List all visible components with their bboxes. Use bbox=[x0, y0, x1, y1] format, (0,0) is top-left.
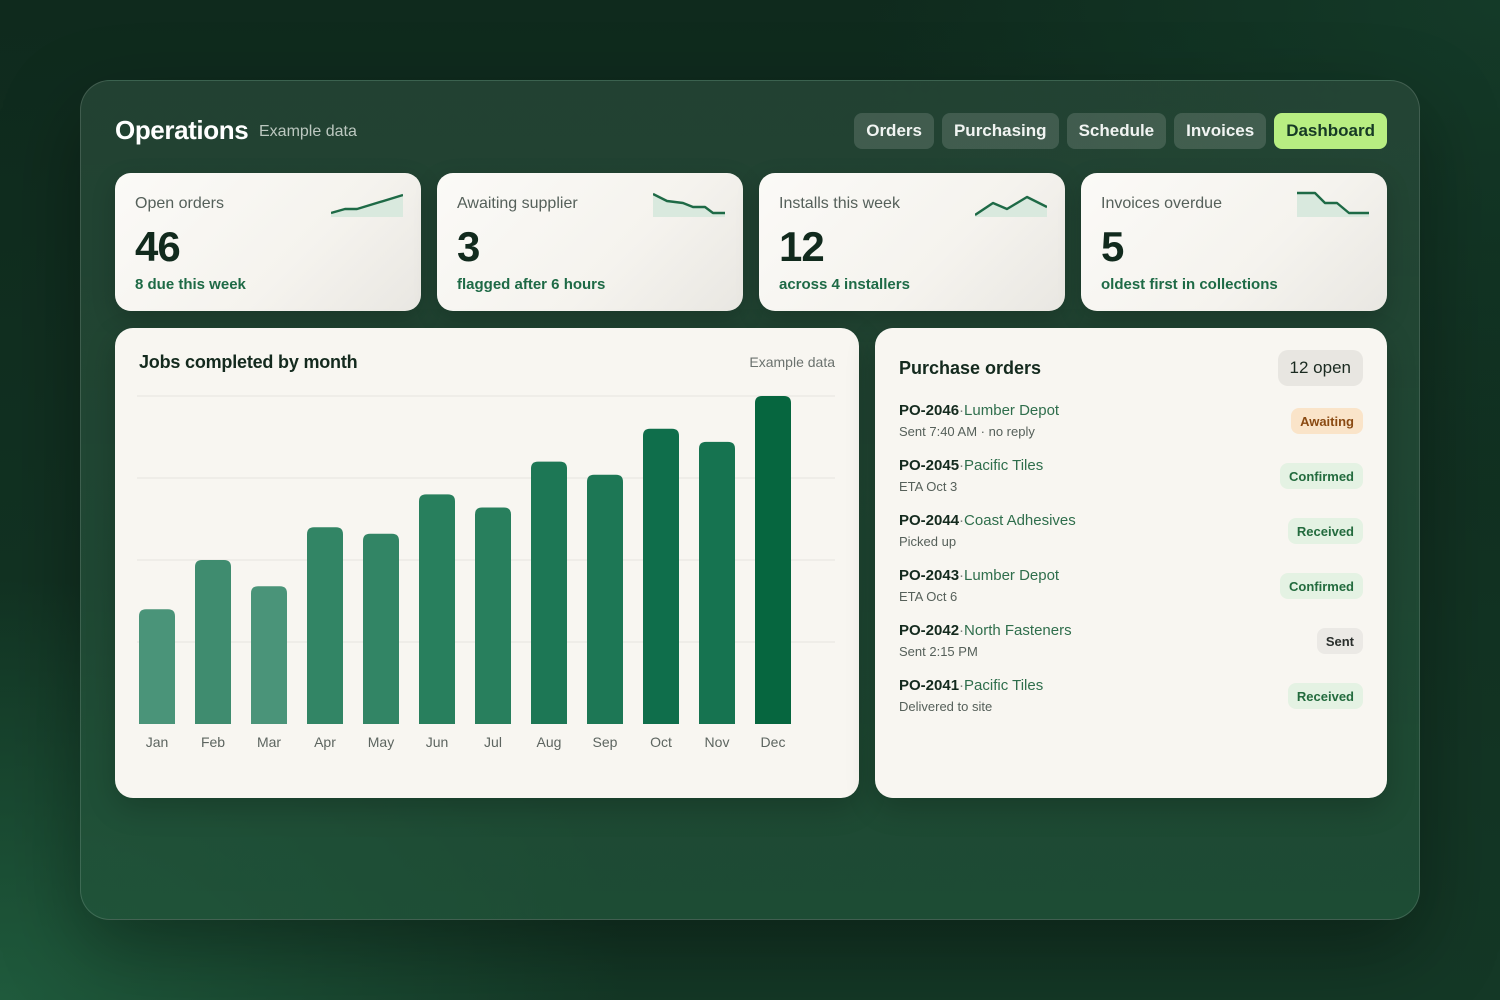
po-title: Purchase orders bbox=[899, 358, 1042, 378]
bar-jan[interactable] bbox=[139, 609, 175, 724]
stat-card-installs[interactable]: Installs this week 12 across 4 installer… bbox=[759, 173, 1065, 311]
trend-up-sparkline-icon bbox=[331, 193, 403, 217]
status-badge: Awaiting bbox=[1291, 408, 1363, 434]
x-tick-label: Jan bbox=[146, 734, 169, 750]
po-supplier: Lumber Depot bbox=[964, 567, 1060, 584]
po-detail: Sent 2:15 PM bbox=[899, 644, 978, 659]
stat-note: flagged after 6 hours bbox=[457, 276, 606, 293]
stat-label: Open orders bbox=[135, 195, 224, 212]
status-badge: Received bbox=[1287, 518, 1363, 544]
x-tick-label: Aug bbox=[537, 734, 562, 750]
po-line: PO-2046·Lumber Depot bbox=[899, 402, 1059, 419]
chart-title: Jobs completed by month bbox=[139, 352, 358, 372]
purchase-orders-card: Purchase orders 12 open PO-2046·Lumber D… bbox=[875, 328, 1387, 798]
po-detail: Delivered to site bbox=[899, 699, 993, 714]
status-badge: Received bbox=[1287, 683, 1363, 709]
po-line: PO-2045·Pacific Tiles bbox=[899, 457, 1043, 474]
list-item[interactable]: PO-2041·Pacific Tiles Delivered to site Re… bbox=[899, 675, 1363, 730]
stat-label: Awaiting supplier bbox=[457, 195, 578, 212]
bar-nov[interactable] bbox=[699, 441, 735, 724]
po-detail: ETA Oct 3 bbox=[899, 479, 958, 494]
x-tick-label: Dec bbox=[761, 734, 786, 750]
x-tick-label: May bbox=[368, 734, 394, 750]
trend-down-sparkline-icon bbox=[653, 192, 725, 217]
po-supplier: Pacific Tiles bbox=[964, 457, 1044, 474]
trend-down-sparkline-icon bbox=[1297, 191, 1369, 217]
trend-wave-sparkline-icon bbox=[975, 195, 1047, 217]
stat-label: Installs this week bbox=[779, 195, 900, 212]
bar-mar[interactable] bbox=[251, 586, 287, 724]
stat-value: 12 bbox=[779, 223, 825, 270]
stat-value: 5 bbox=[1101, 223, 1124, 270]
po-detail: Sent 7:40 AM · no reply bbox=[899, 424, 1035, 439]
po-id: PO-2045 bbox=[899, 457, 960, 474]
stat-note: across 4 installers bbox=[779, 276, 910, 293]
app-window: Operations Example data Orders Purchasin… bbox=[80, 80, 1420, 920]
bar-jun[interactable] bbox=[419, 494, 455, 724]
x-tick-label: Feb bbox=[201, 734, 225, 750]
po-id: PO-2043 bbox=[899, 567, 960, 584]
po-id: PO-2044 bbox=[899, 512, 960, 529]
list-item[interactable]: PO-2042·North Fasteners Sent 2:15 PM Sent bbox=[899, 620, 1363, 675]
po-supplier: Pacific Tiles bbox=[964, 677, 1044, 694]
po-id: PO-2042 bbox=[899, 622, 960, 639]
stat-card-open-orders[interactable]: Open orders 46 8 due this week bbox=[115, 173, 421, 311]
stat-card-awaiting-supplier[interactable]: Awaiting supplier 3 flagged after 6 hour… bbox=[437, 173, 743, 311]
po-line: PO-2044·Coast Adhesives bbox=[899, 512, 1076, 529]
po-detail: ETA Oct 6 bbox=[899, 589, 958, 604]
x-tick-label: Jun bbox=[426, 734, 449, 750]
x-tick-label: Oct bbox=[650, 734, 672, 750]
stat-value: 3 bbox=[457, 223, 480, 270]
tab-invoices[interactable]: Invoices bbox=[1174, 113, 1267, 149]
list-item[interactable]: PO-2043·Lumber Depot ETA Oct 6 Confirmed bbox=[899, 565, 1363, 620]
list-item[interactable]: PO-2044·Coast Adhesives Picked up Received bbox=[899, 510, 1363, 565]
stat-label: Invoices overdue bbox=[1101, 195, 1222, 212]
bar-feb[interactable] bbox=[195, 560, 231, 724]
jobs-chart-card: Jan Feb Mar Apr May Jun Jul Aug Sep Oct Nov Dec Job… bbox=[115, 328, 859, 798]
po-count-badge: 12 open bbox=[1277, 350, 1363, 386]
po-detail: Picked up bbox=[899, 534, 957, 549]
po-line: PO-2042·North Fasteners bbox=[899, 622, 1072, 639]
po-id: PO-2046 bbox=[899, 402, 960, 419]
list-item[interactable]: PO-2046·Lumber Depot Sent 7:40 AM · no re… bbox=[899, 400, 1363, 455]
po-line: PO-2043·Lumber Depot bbox=[899, 567, 1059, 584]
bar-jul[interactable] bbox=[475, 507, 511, 724]
tab-schedule[interactable]: Schedule bbox=[1066, 113, 1167, 149]
bar-apr[interactable] bbox=[307, 527, 343, 724]
page-subtitle: Example data bbox=[259, 123, 357, 140]
po-supplier: North Fasteners bbox=[964, 622, 1072, 639]
stat-note: 8 due this week bbox=[135, 276, 246, 293]
bar-oct[interactable] bbox=[643, 428, 679, 724]
po-id: PO-2041 bbox=[899, 677, 960, 694]
tab-orders[interactable]: Orders bbox=[854, 113, 934, 149]
po-line: PO-2041·Pacific Tiles bbox=[899, 677, 1043, 694]
tab-dashboard[interactable]: Dashboard bbox=[1274, 113, 1387, 149]
bar-dec[interactable] bbox=[755, 396, 791, 724]
po-list: PO-2046·Lumber Depot Sent 7:40 AM · no re… bbox=[899, 400, 1363, 730]
nav-tabs: Orders Purchasing Schedule Invoices Dash… bbox=[854, 113, 1387, 149]
x-tick-label: Jul bbox=[484, 734, 502, 750]
x-tick-label: Mar bbox=[257, 734, 281, 750]
bar-chart: Jan Feb Mar Apr May Jun Jul Aug Sep Oct Nov Dec bbox=[137, 395, 835, 750]
x-tick-label: Sep bbox=[593, 734, 618, 750]
stat-cards: Open orders 46 8 due this week Awaiting … bbox=[115, 173, 1387, 311]
status-badge: Confirmed bbox=[1280, 573, 1363, 599]
status-badge: Confirmed bbox=[1280, 463, 1363, 489]
tab-purchasing[interactable]: Purchasing bbox=[941, 113, 1059, 149]
stat-note: oldest first in collections bbox=[1101, 276, 1278, 293]
stat-card-invoices-overdue[interactable]: Invoices overdue 5 oldest first in colle… bbox=[1081, 173, 1387, 311]
stat-value: 46 bbox=[135, 223, 181, 270]
list-item[interactable]: PO-2045·Pacific Tiles ETA Oct 3 Confirmed bbox=[899, 455, 1363, 510]
po-supplier: Lumber Depot bbox=[964, 402, 1060, 419]
bar-aug[interactable] bbox=[531, 461, 567, 724]
bar-may[interactable] bbox=[363, 533, 399, 724]
header: Operations Example data Orders Purchasin… bbox=[115, 113, 1387, 149]
x-tick-label: Apr bbox=[314, 734, 336, 750]
x-tick-label: Nov bbox=[705, 734, 730, 750]
chart-tag: Example data bbox=[749, 354, 835, 370]
status-badge: Sent bbox=[1316, 628, 1363, 654]
page-title: Operations bbox=[115, 115, 249, 145]
po-supplier: Coast Adhesives bbox=[964, 512, 1076, 529]
bar-sep[interactable] bbox=[587, 474, 623, 724]
